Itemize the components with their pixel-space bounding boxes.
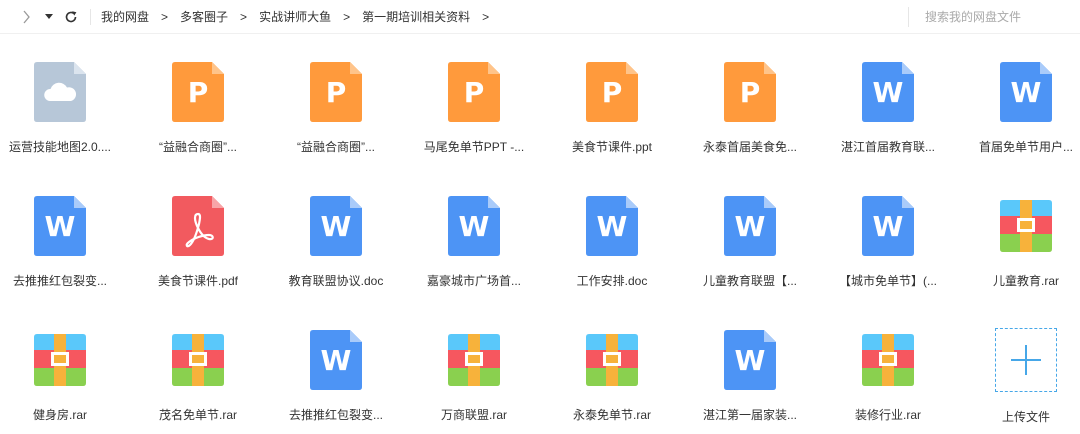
- file-name: 去推推红包裂变...: [12, 274, 107, 288]
- file-item[interactable]: P “益融合商圈”...: [276, 62, 396, 155]
- word-file-icon: W: [724, 196, 776, 256]
- word-file-icon: W: [586, 196, 638, 256]
- archive-file-icon: [586, 330, 638, 390]
- file-name: 儿童教育联盟【...: [702, 274, 797, 288]
- file-item[interactable]: 装修行业.rar: [828, 330, 948, 423]
- file-name: 装修行业.rar: [854, 408, 921, 422]
- file-name: “益融合商圈”...: [159, 140, 237, 154]
- word-file-icon: W: [862, 196, 914, 256]
- word-file-icon: W: [862, 62, 914, 122]
- toolbar: 我的网盘 > 多客圈子 > 实战讲师大鱼 > 第一期培训相关资料 >: [0, 0, 1080, 34]
- caret-down-icon: [45, 13, 53, 19]
- ppt-file-icon: P: [724, 62, 776, 122]
- file-name: 儿童教育.rar: [992, 274, 1059, 288]
- file-item[interactable]: W 湛江首届教育联...: [828, 62, 948, 155]
- file-name: 首届免单节用户...: [978, 140, 1073, 154]
- file-name: 万商联盟.rar: [440, 408, 507, 422]
- ppt-file-icon: P: [172, 62, 224, 122]
- file-name: 永泰首届美食免...: [702, 140, 797, 154]
- archive-file-icon: [862, 330, 914, 390]
- file-item[interactable]: 健身房.rar: [0, 330, 120, 423]
- file-name: 美食节课件.ppt: [571, 140, 653, 154]
- file-name: 美食节课件.pdf: [157, 274, 239, 288]
- file-item[interactable]: 美食节课件.pdf: [138, 196, 258, 289]
- refresh-button[interactable]: [62, 7, 80, 27]
- file-name: 运营技能地图2.0....: [8, 140, 112, 154]
- file-item[interactable]: P 马尾免单节PPT -...: [414, 62, 534, 155]
- breadcrumb-item[interactable]: 我的网盘: [101, 8, 149, 25]
- plus-icon: [1011, 345, 1041, 375]
- file-name: 湛江首届教育联...: [840, 140, 935, 154]
- word-file-icon: W: [310, 330, 362, 390]
- file-item[interactable]: 茂名免单节.rar: [138, 330, 258, 423]
- archive-file-icon: [1000, 196, 1052, 256]
- file-item[interactable]: W 去推推红包裂变...: [276, 330, 396, 423]
- word-file-icon: W: [1000, 62, 1052, 122]
- upload-label: 上传文件: [1001, 410, 1050, 424]
- file-item[interactable]: W 工作安排.doc: [552, 196, 672, 289]
- file-name: 湛江第一届家装...: [702, 408, 797, 422]
- upload-box[interactable]: [995, 328, 1057, 392]
- breadcrumb-item[interactable]: 多客圈子: [180, 8, 228, 25]
- breadcrumb-item[interactable]: 实战讲师大鱼: [259, 8, 331, 25]
- file-item[interactable]: W 去推推红包裂变...: [0, 196, 120, 289]
- breadcrumb-separator: >: [482, 9, 490, 24]
- file-item[interactable]: 永泰免单节.rar: [552, 330, 672, 423]
- word-file-icon: W: [310, 196, 362, 256]
- file-name: 工作安排.doc: [576, 274, 648, 288]
- file-name: 去推推红包裂变...: [288, 408, 383, 422]
- file-item[interactable]: W 【城市免单节】(...: [828, 196, 948, 289]
- file-item[interactable]: 万商联盟.rar: [414, 330, 534, 423]
- back-button[interactable]: [16, 7, 36, 27]
- search-box: [908, 7, 1068, 27]
- word-file-icon: W: [34, 196, 86, 256]
- history-dropdown-button[interactable]: [42, 7, 56, 27]
- file-item[interactable]: 儿童教育.rar: [966, 196, 1080, 289]
- cloud-file-icon: [34, 62, 86, 122]
- file-item[interactable]: P 美食节课件.ppt: [552, 62, 672, 155]
- file-name: 健身房.rar: [32, 408, 87, 422]
- file-name: 嘉豪城市广场首...: [426, 274, 521, 288]
- file-item[interactable]: P 永泰首届美食免...: [690, 62, 810, 155]
- breadcrumb-separator: >: [161, 9, 169, 24]
- toolbar-divider: [90, 8, 91, 25]
- breadcrumb-separator: >: [343, 9, 351, 24]
- file-name: 【城市免单节】(...: [839, 274, 937, 288]
- breadcrumb: 我的网盘 > 多客圈子 > 实战讲师大鱼 > 第一期培训相关资料 >: [101, 8, 501, 25]
- archive-file-icon: [172, 330, 224, 390]
- upload-file-button[interactable]: 上传文件: [966, 328, 1080, 425]
- file-name: “益融合商圈”...: [297, 140, 375, 154]
- file-name: 茂名免单节.rar: [158, 408, 237, 422]
- file-item[interactable]: P “益融合商圈”...: [138, 62, 258, 155]
- word-file-icon: W: [448, 196, 500, 256]
- breadcrumb-item[interactable]: 第一期培训相关资料: [362, 8, 470, 25]
- search-input[interactable]: [925, 10, 1065, 24]
- file-item[interactable]: W 教育联盟协议.doc: [276, 196, 396, 289]
- file-item[interactable]: W 嘉豪城市广场首...: [414, 196, 534, 289]
- file-name: 永泰免单节.rar: [572, 408, 651, 422]
- file-item[interactable]: W 首届免单节用户...: [966, 62, 1080, 155]
- ppt-file-icon: P: [310, 62, 362, 122]
- file-item[interactable]: W 湛江第一届家装...: [690, 330, 810, 423]
- pdf-file-icon: [172, 196, 224, 256]
- file-name: 教育联盟协议.doc: [288, 274, 384, 288]
- file-item[interactable]: W 儿童教育联盟【...: [690, 196, 810, 289]
- archive-file-icon: [34, 330, 86, 390]
- breadcrumb-separator: >: [240, 9, 248, 24]
- refresh-icon: [65, 10, 77, 22]
- ppt-file-icon: P: [448, 62, 500, 122]
- archive-file-icon: [448, 330, 500, 390]
- ppt-file-icon: P: [586, 62, 638, 122]
- word-file-icon: W: [724, 330, 776, 390]
- file-name: 马尾免单节PPT -...: [423, 140, 525, 154]
- file-item[interactable]: 运营技能地图2.0....: [0, 62, 120, 155]
- chevron-left-icon: [23, 10, 30, 23]
